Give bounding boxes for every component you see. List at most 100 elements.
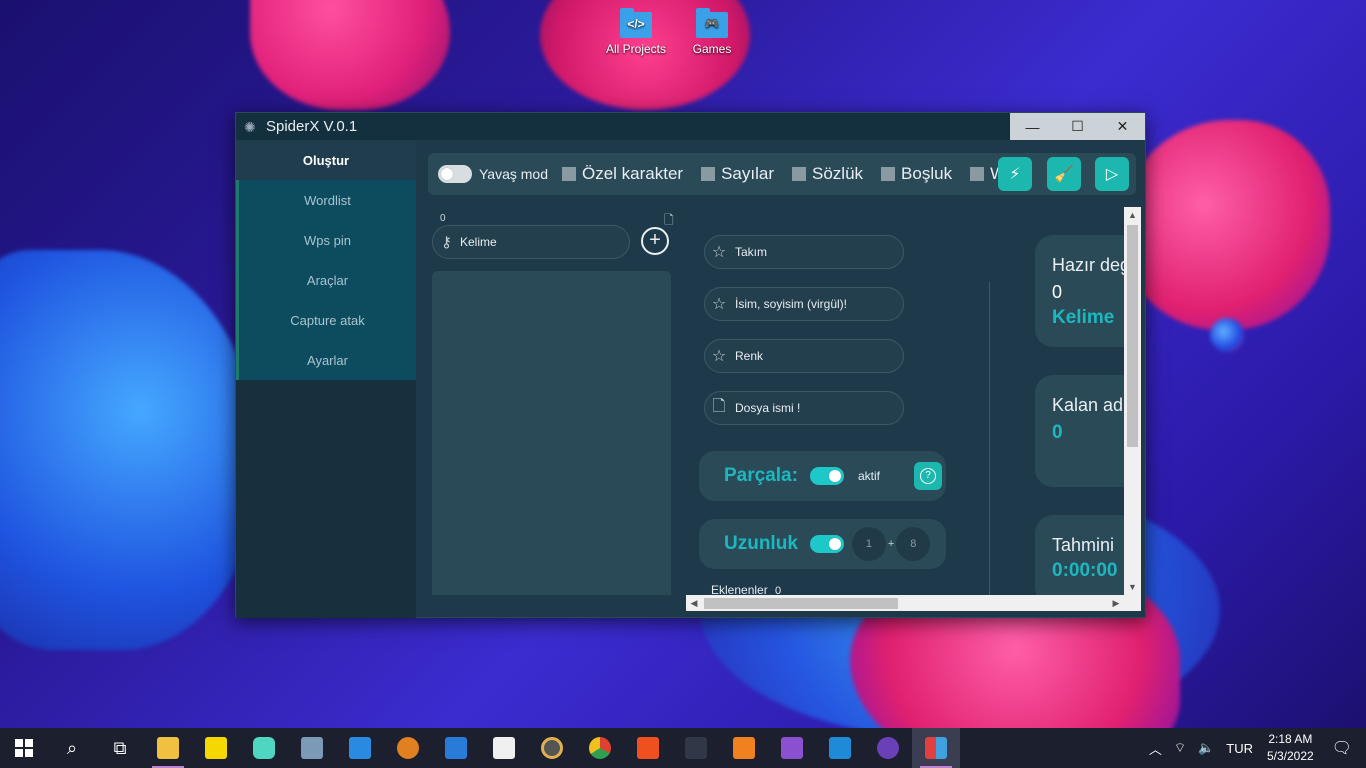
help-button[interactable]: ? bbox=[914, 462, 942, 490]
system-tray: ︿ ⌔ 🔈 TUR 2:18 AM 5/3/2022 🗨 bbox=[1143, 728, 1366, 768]
vscode-icon[interactable] bbox=[816, 728, 864, 768]
broom-icon: 🧹 bbox=[1054, 166, 1074, 183]
star-icon: ☆ bbox=[711, 296, 727, 313]
language-indicator[interactable]: TUR bbox=[1226, 741, 1253, 756]
numbers-checkbox[interactable] bbox=[701, 167, 716, 181]
options-toolbar: Yavaş mod Özel karakter Sayılar Sözlük B… bbox=[428, 153, 1136, 195]
desktop-icon-games[interactable]: 🎮 Games bbox=[677, 8, 747, 56]
key-icon: ⚷ bbox=[441, 234, 452, 251]
app-icon[interactable] bbox=[240, 728, 288, 768]
field-label: Takım bbox=[735, 245, 768, 259]
lightning-icon: ⚡ bbox=[1009, 166, 1021, 183]
start-button[interactable] bbox=[0, 728, 48, 768]
parcala-panel: Parçala: aktif ? bbox=[699, 451, 946, 501]
visual-studio-icon[interactable] bbox=[768, 728, 816, 768]
scroll-right-icon[interactable]: ▶ bbox=[1108, 595, 1124, 611]
search-icon[interactable]: ⌕ bbox=[48, 728, 96, 768]
dictionary-label: Sözlük bbox=[812, 164, 864, 183]
uzunluk-toggle[interactable] bbox=[809, 535, 844, 553]
minimize-button[interactable]: — bbox=[1010, 113, 1055, 140]
app-window: ✺ SpiderX V.0.1 — ☐ ✕ Oluştur Wordlist W… bbox=[235, 112, 1146, 618]
wifi-icon[interactable]: ⌔ bbox=[1174, 740, 1186, 756]
app-icon[interactable] bbox=[384, 728, 432, 768]
special-chars-checkbox[interactable] bbox=[562, 167, 576, 181]
sidebar-item-olustur[interactable]: Oluştur bbox=[236, 140, 416, 180]
clear-button[interactable]: 🧹 bbox=[1047, 157, 1081, 191]
desktop-icon-label: All Projects bbox=[605, 42, 667, 56]
add-word-button[interactable]: + bbox=[641, 227, 669, 255]
field-label: İsim, soyisim (virgül)! bbox=[735, 297, 848, 311]
w-checkbox[interactable] bbox=[970, 167, 985, 181]
sidebar-item-araclar[interactable]: Araçlar bbox=[236, 260, 416, 300]
question-icon: ? bbox=[920, 468, 936, 484]
parcala-toggle[interactable] bbox=[809, 467, 844, 485]
sidebar-item-capture-atak[interactable]: Capture atak bbox=[236, 300, 416, 340]
sublime-icon[interactable] bbox=[720, 728, 768, 768]
kelime-input[interactable]: ⚷ Kelime bbox=[432, 225, 630, 259]
max-length-input[interactable]: 8 bbox=[896, 527, 931, 561]
app-icon[interactable] bbox=[672, 728, 720, 768]
media-icon[interactable] bbox=[528, 728, 576, 768]
sticky-notes-icon[interactable] bbox=[192, 728, 240, 768]
uzunluk-panel: Uzunluk 1 + 8 bbox=[699, 519, 946, 569]
space-label: Boşluk bbox=[901, 164, 953, 183]
github-icon[interactable] bbox=[864, 728, 912, 768]
file-explorer-icon[interactable] bbox=[144, 728, 192, 768]
clock-time: 2:18 AM bbox=[1268, 732, 1313, 746]
lightning-button[interactable]: ⚡ bbox=[998, 157, 1032, 191]
vertical-scrollbar[interactable]: ▲ ▼ bbox=[1124, 207, 1141, 595]
file-name-field[interactable]: 🗋 Dosya ismi ! bbox=[704, 391, 904, 425]
volume-icon[interactable]: 🔈 bbox=[1198, 740, 1214, 756]
plus-sign: + bbox=[887, 538, 895, 550]
name-surname-field[interactable]: ☆ İsim, soyisim (virgül)! bbox=[704, 287, 904, 321]
stat-label: Hazır deg bbox=[1052, 255, 1125, 275]
brave-icon[interactable] bbox=[624, 728, 672, 768]
space-checkbox[interactable] bbox=[881, 167, 896, 181]
sidebar-item-wps-pin[interactable]: Wps pin bbox=[236, 220, 416, 260]
app-icon[interactable] bbox=[336, 728, 384, 768]
slow-mode-toggle[interactable] bbox=[438, 165, 472, 183]
scrollbar-thumb[interactable] bbox=[704, 598, 898, 609]
mail-icon[interactable] bbox=[432, 728, 480, 768]
spider-web-icon: ✺ bbox=[244, 118, 256, 135]
word-list[interactable] bbox=[432, 271, 671, 595]
title-bar[interactable]: ✺ SpiderX V.0.1 — ☐ ✕ bbox=[236, 113, 1145, 140]
play-icon: ▷ bbox=[1105, 166, 1119, 183]
scroll-down-icon[interactable]: ▼ bbox=[1124, 579, 1141, 595]
field-label: Dosya ismi ! bbox=[735, 401, 801, 415]
window-title: SpiderX V.0.1 bbox=[266, 118, 358, 135]
start-button[interactable]: ▷ bbox=[1095, 157, 1129, 191]
file-import-icon[interactable]: 🗋 bbox=[664, 211, 674, 232]
remaining-card: Kalan ad 0 bbox=[1035, 375, 1125, 487]
spiderx-taskbar-icon[interactable] bbox=[912, 728, 960, 768]
store-icon[interactable] bbox=[480, 728, 528, 768]
stat-label: Tahmini bbox=[1052, 535, 1115, 555]
clock[interactable]: 2:18 AM 5/3/2022 bbox=[1267, 731, 1314, 765]
dictionary-checkbox[interactable] bbox=[792, 167, 807, 181]
task-view-icon[interactable]: ⧉ bbox=[96, 728, 144, 768]
maximize-button[interactable]: ☐ bbox=[1055, 113, 1100, 140]
wallpaper-shape bbox=[1120, 120, 1330, 330]
horizontal-scrollbar[interactable]: ◀ ▶ bbox=[686, 595, 1141, 611]
close-button[interactable]: ✕ bbox=[1100, 113, 1145, 140]
scrollbar-thumb[interactable] bbox=[1127, 225, 1138, 447]
slow-mode-label: Yavaş mod bbox=[479, 166, 548, 182]
min-length-input[interactable]: 1 bbox=[851, 527, 886, 561]
sidebar-item-ayarlar[interactable]: Ayarlar bbox=[236, 340, 416, 380]
window-controls: — ☐ ✕ bbox=[1010, 113, 1145, 140]
notification-icon[interactable]: 🗨 bbox=[1332, 738, 1352, 758]
sidebar-item-wordlist[interactable]: Wordlist bbox=[236, 180, 416, 220]
takim-field[interactable]: ☆ Takım bbox=[704, 235, 904, 269]
windows-icon bbox=[15, 739, 33, 757]
wallpaper-shape bbox=[0, 250, 260, 650]
virtualbox-icon[interactable] bbox=[288, 728, 336, 768]
star-icon: ☆ bbox=[711, 244, 727, 261]
scroll-up-icon[interactable]: ▲ bbox=[1124, 207, 1141, 223]
scroll-left-icon[interactable]: ◀ bbox=[686, 595, 702, 611]
kelime-placeholder: Kelime bbox=[460, 235, 497, 249]
chevron-up-icon[interactable]: ︿ bbox=[1149, 739, 1162, 758]
chrome-icon[interactable] bbox=[576, 728, 624, 768]
star-icon: ☆ bbox=[711, 348, 727, 365]
desktop-icon-all-projects[interactable]: </> All Projects bbox=[601, 8, 671, 56]
renk-field[interactable]: ☆ Renk bbox=[704, 339, 904, 373]
